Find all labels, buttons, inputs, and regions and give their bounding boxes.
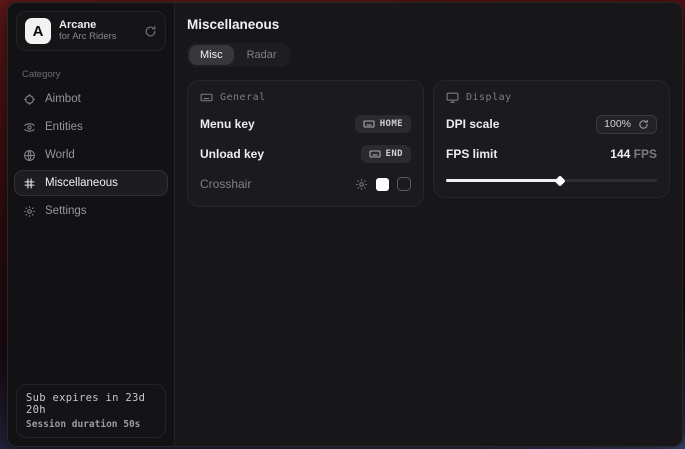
menu-key-row: Menu key HOME <box>200 114 411 134</box>
slider-fill <box>446 179 560 182</box>
tab-radar[interactable]: Radar <box>236 45 288 65</box>
sidebar-item-miscellaneous[interactable]: Miscellaneous <box>14 170 168 196</box>
sidebar-item-aimbot[interactable]: Aimbot <box>14 86 168 112</box>
crosshair-row: Crosshair <box>200 174 411 194</box>
menu-key-value: HOME <box>380 119 403 129</box>
refresh-icon <box>638 119 649 130</box>
menu-key-label: Menu key <box>200 117 255 131</box>
dpi-scale-row: DPI scale 100% <box>446 114 657 134</box>
keyboard-icon <box>200 91 213 104</box>
app-window: A Arcane for Arc Riders Category Aimbot <box>7 2 683 447</box>
sidebar-spacer <box>8 224 174 376</box>
dpi-scale-control[interactable]: 100% <box>596 115 657 134</box>
main-content: Miscellaneous Misc Radar General <box>175 3 682 446</box>
sidebar: A Arcane for Arc Riders Category Aimbot <box>8 3 175 446</box>
card-title: General <box>220 92 266 103</box>
sidebar-item-settings[interactable]: Settings <box>14 198 168 224</box>
general-card: General Menu key HOME Unload key <box>187 80 424 207</box>
tab-misc[interactable]: Misc <box>189 45 234 65</box>
sidebar-item-label: Settings <box>45 205 87 217</box>
general-card-header: General <box>200 91 411 104</box>
fps-limit-slider[interactable] <box>446 176 657 185</box>
keyboard-icon <box>363 118 375 130</box>
brand-text: Arcane for Arc Riders <box>59 19 136 43</box>
gear-icon <box>23 205 36 218</box>
crosshair-icon <box>23 93 36 106</box>
sync-icon[interactable] <box>144 25 157 38</box>
cards-row: General Menu key HOME Unload key <box>187 80 670 207</box>
sidebar-nav: Aimbot Entities World <box>8 86 174 224</box>
fps-limit-row: FPS limit 144 FPS <box>446 144 657 164</box>
monitor-icon <box>446 91 459 104</box>
dpi-scale-label: DPI scale <box>446 117 499 131</box>
slider-thumb[interactable] <box>554 175 565 186</box>
crosshair-label: Crosshair <box>200 177 251 191</box>
unload-key-value: END <box>386 149 403 159</box>
session-duration-text: Session duration 50s <box>26 419 156 430</box>
globe-icon <box>23 149 36 162</box>
sub-expiry-text: Sub expires in 23d 20h <box>26 392 156 416</box>
sidebar-item-label: Aimbot <box>45 93 81 105</box>
sidebar-item-label: Miscellaneous <box>45 177 118 189</box>
entities-icon <box>23 121 36 134</box>
category-label: Category <box>22 69 160 80</box>
sidebar-item-label: Entities <box>45 121 83 133</box>
grid-icon <box>23 177 36 190</box>
fps-number: 144 <box>610 147 630 161</box>
subscription-card: Sub expires in 23d 20h Session duration … <box>16 384 166 438</box>
crosshair-color-swatch[interactable] <box>376 178 389 191</box>
unload-key-bind-button[interactable]: END <box>361 145 411 163</box>
page-title: Miscellaneous <box>187 17 670 32</box>
fps-unit: FPS <box>630 147 657 161</box>
brand-card: A Arcane for Arc Riders <box>16 11 166 51</box>
tab-bar: Misc Radar <box>187 43 290 67</box>
app-subtitle: for Arc Riders <box>59 32 136 43</box>
keyboard-icon <box>369 148 381 160</box>
sidebar-item-entities[interactable]: Entities <box>14 114 168 140</box>
gear-icon[interactable] <box>355 178 368 191</box>
crosshair-checkbox[interactable] <box>397 177 411 191</box>
crosshair-controls <box>355 177 411 191</box>
menu-key-bind-button[interactable]: HOME <box>355 115 411 133</box>
display-card: Display DPI scale 100% FPS limit <box>433 80 670 198</box>
display-card-header: Display <box>446 91 657 104</box>
app-name: Arcane <box>59 19 136 32</box>
dpi-scale-value: 100% <box>604 118 631 130</box>
fps-limit-label: FPS limit <box>446 147 497 161</box>
unload-key-row: Unload key END <box>200 144 411 164</box>
app-logo: A <box>25 18 51 44</box>
fps-limit-value: 144 FPS <box>610 147 657 161</box>
unload-key-label: Unload key <box>200 147 264 161</box>
card-title: Display <box>466 92 512 103</box>
sidebar-item-world[interactable]: World <box>14 142 168 168</box>
sidebar-item-label: World <box>45 149 75 161</box>
